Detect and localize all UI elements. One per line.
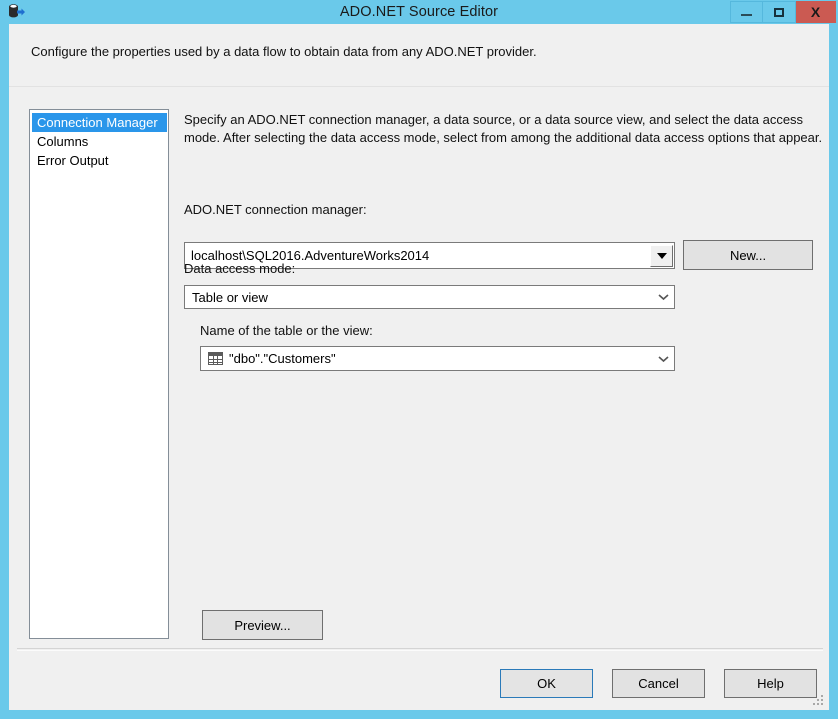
chevron-down-icon[interactable] bbox=[652, 293, 674, 301]
window-title: ADO.NET Source Editor bbox=[339, 4, 499, 20]
sidebar-item-connection-manager[interactable]: Connection Manager bbox=[32, 113, 167, 132]
close-icon: X bbox=[810, 4, 821, 20]
table-or-view-label: Name of the table or the view: bbox=[200, 323, 373, 338]
title-bar: ADO.NET Source Editor X bbox=[0, 0, 838, 24]
connection-manager-label: ADO.NET connection manager: bbox=[184, 202, 367, 217]
data-access-mode-combo[interactable]: Table or view bbox=[184, 285, 675, 309]
table-icon bbox=[208, 352, 223, 365]
ok-button[interactable]: OK bbox=[500, 669, 593, 698]
dialog-body: Configure the properties used by a data … bbox=[9, 24, 829, 710]
data-access-mode-value: Table or view bbox=[192, 289, 268, 305]
table-or-view-value: "dbo"."Customers" bbox=[229, 351, 336, 366]
maximize-button[interactable] bbox=[763, 1, 796, 23]
close-button[interactable]: X bbox=[796, 1, 836, 23]
minimize-button[interactable] bbox=[730, 1, 763, 23]
cancel-button[interactable]: Cancel bbox=[612, 669, 705, 698]
pane-description: Specify an ADO.NET connection manager, a… bbox=[184, 112, 823, 145]
chevron-down-icon[interactable] bbox=[650, 244, 673, 267]
window-controls: X bbox=[730, 1, 836, 23]
ado-net-source-editor-window: ADO.NET Source Editor X Configure the pr… bbox=[0, 0, 838, 719]
sidebar-item-columns[interactable]: Columns bbox=[32, 132, 166, 151]
page-list[interactable]: Connection Manager Columns Error Output bbox=[29, 109, 169, 639]
new-connection-button[interactable]: New... bbox=[683, 240, 813, 270]
resize-grip[interactable] bbox=[813, 695, 825, 707]
chevron-down-icon[interactable] bbox=[652, 355, 674, 363]
header-description: Configure the properties used by a data … bbox=[31, 44, 537, 59]
minimize-icon bbox=[741, 14, 752, 16]
header-separator bbox=[9, 86, 829, 87]
footer-separator bbox=[17, 648, 823, 649]
footer-separator-highlight bbox=[17, 650, 823, 651]
maximize-icon bbox=[774, 7, 784, 17]
data-access-mode-label: Data access mode: bbox=[184, 261, 296, 276]
preview-button[interactable]: Preview... bbox=[202, 610, 323, 640]
sidebar-item-error-output[interactable]: Error Output bbox=[32, 151, 166, 170]
table-or-view-combo[interactable]: "dbo"."Customers" bbox=[200, 346, 675, 371]
help-button[interactable]: Help bbox=[724, 669, 817, 698]
